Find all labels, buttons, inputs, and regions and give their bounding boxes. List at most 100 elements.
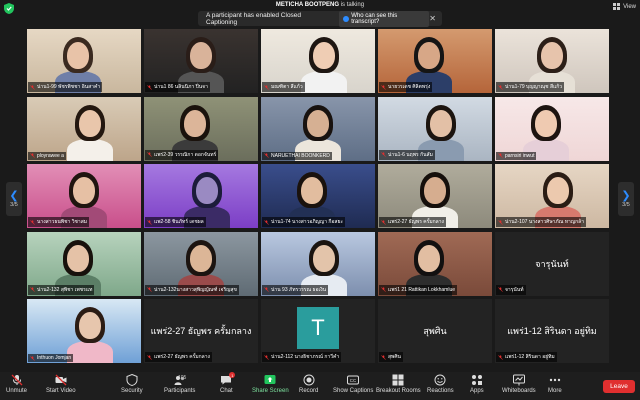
- participant-name-text: จารุนันท์: [505, 286, 524, 293]
- whiteboards-button[interactable]: Whiteboards: [502, 374, 536, 394]
- participant-tile[interactable]: มณฑิตา สีแก้ว: [261, 29, 375, 93]
- participant-tile[interactable]: น่าน1-99 พัชรพิชชา อินสาคำ: [27, 29, 141, 93]
- participant-tile[interactable]: น่าน1-74 นางสาวอภิญญา กีอสยะ: [261, 164, 375, 228]
- record-button[interactable]: Record: [299, 374, 318, 394]
- microphone-muted-icon: [11, 374, 22, 386]
- participant-name-text: แพร่1 21 Rattikan Lokkhamlue: [388, 286, 456, 293]
- microphone-muted-icon: [498, 354, 503, 360]
- participant-tile[interactable]: จารุนันท์ จารุนันท์: [495, 231, 609, 296]
- participant-tile[interactable]: แพร่1 21 Rattikan Lokkhamlue: [378, 231, 492, 296]
- participant-name-text: แพ2-58 ชินภัทร์ เดชผล: [154, 219, 204, 225]
- participant-tile[interactable]: น่าน2-132นางสาวสุพิญญัณฑ์ เจริญสุข: [144, 231, 258, 296]
- microphone-muted-icon: [30, 219, 35, 225]
- start-video-button[interactable]: Start Video: [46, 374, 76, 394]
- microphone-muted-icon: [264, 287, 269, 292]
- participants-count: 105: [178, 375, 187, 381]
- record-label: Record: [299, 388, 319, 394]
- chat-button[interactable]: 1 Chat: [220, 372, 236, 394]
- microphone-muted-icon: [264, 153, 269, 158]
- participant-name-label: น่าน 93 ภัทรวรรณ ธอเงิน: [262, 284, 329, 295]
- whiteboard-icon: [512, 374, 525, 386]
- microphone-muted-icon: [147, 84, 152, 90]
- participant-silhouette: [67, 103, 113, 161]
- participant-name-text: น่าน1 86 นลินนิภา ปิ่นจา: [154, 84, 208, 90]
- participant-tile[interactable]: Inthuon Jomjan: [27, 299, 141, 363]
- apps-button[interactable]: Apps: [470, 374, 484, 394]
- next-page-button[interactable]: ❯ 3/5: [618, 182, 634, 216]
- grid-icon: [613, 3, 621, 10]
- more-button[interactable]: More: [548, 374, 562, 394]
- participant-name-text: แพร่1-12 สิรินดา อยู่ทิม: [505, 354, 555, 360]
- participant-tile[interactable]: parnsiri inwut: [495, 96, 609, 161]
- apps-label: Apps: [470, 388, 484, 394]
- participant-name-label: แพ2-58 ชินภัทร์ เดชผล: [145, 217, 206, 227]
- show-captions-button[interactable]: CC Show Captions: [333, 374, 373, 394]
- participant-tile[interactable]: นางสาวธนพิชา วิชาสม: [27, 164, 141, 228]
- shield-icon: [126, 374, 138, 386]
- transcript-visibility-label: Who can see this transcript?: [351, 12, 398, 25]
- video-gallery: น่าน1-99 พัชรพิชชา อินสาคำ น่าน1 86 นลินน…: [27, 29, 613, 363]
- participant-name-label: มณฑิตา สีแก้ว: [262, 82, 305, 92]
- participant-tile[interactable]: แพร่1-12 สิรินดา อยู่ทิม แพร่1-12 สิรินดา…: [495, 299, 609, 363]
- participant-name-label: น่าน2-132 สุพิชา เพชรแท: [28, 284, 95, 295]
- participant-tile[interactable]: แพ2-58 ชินภัทร์ เดชผล: [144, 164, 258, 228]
- meeting-toolbar: Unmute Start Video Security 105 Particip…: [0, 372, 640, 400]
- reactions-button[interactable]: Reactions: [427, 374, 454, 394]
- microphone-muted-icon: [30, 287, 35, 292]
- microphone-muted-icon: [498, 287, 503, 292]
- participant-tile[interactable]: น่าน2-132 สุพิชา เพชรแท: [27, 231, 141, 296]
- security-button[interactable]: Security: [121, 374, 143, 394]
- microphone-muted-icon: [147, 354, 152, 360]
- breakout-rooms-button[interactable]: Breakout Rooms: [376, 374, 421, 394]
- unmute-button[interactable]: Unmute: [6, 374, 27, 394]
- speaker-name: METICHA BOOTPENG: [275, 2, 340, 8]
- microphone-muted-icon: [30, 84, 35, 90]
- share-screen-button[interactable]: Share Screen: [252, 374, 289, 394]
- participant-name-text: Inthuon Jomjan: [37, 355, 72, 361]
- close-icon[interactable]: ✕: [429, 14, 436, 23]
- microphone-muted-icon: [30, 153, 35, 158]
- participant-tile[interactable]: T น่าน2-112 นางธิชาภรณ์ กาวีคำ: [261, 299, 375, 363]
- participant-name-label: ployrawee a: [28, 151, 66, 160]
- participant-tile[interactable]: น่าน2-107 นางสาวศิษาภัณ หาญกล้า: [495, 164, 609, 228]
- participant-name-text: น่าน1-79 บุญญาณุช สีแก้ว: [505, 84, 563, 90]
- share-screen-label: Share Screen: [252, 388, 289, 394]
- breakout-rooms-icon: [392, 374, 404, 386]
- breakout-rooms-label: Breakout Rooms: [376, 388, 421, 394]
- participant-name-text: น่าน2-107 นางสาวศิษาภัณ หาญกล้า: [505, 219, 585, 225]
- view-button[interactable]: View: [613, 3, 636, 10]
- participant-tile[interactable]: น่าน1-79 บุญญาณุช สีแก้ว: [495, 29, 609, 93]
- leave-button[interactable]: Leave: [603, 380, 635, 393]
- participant-name-text: น่าน2-132นางสาวสุพิญญัณฑ์ เจริญสุข: [154, 286, 237, 293]
- participant-name-text: น่าน1-74 นางสาวอภิญญา กีอสยะ: [271, 219, 344, 225]
- view-label: View: [623, 3, 636, 10]
- participant-tile[interactable]: นายวรเดช ศิลิตพรุ่ง: [378, 29, 492, 93]
- participant-tile[interactable]: แพร่2-27 ธัญพร ครั้มกลาง: [378, 164, 492, 228]
- start-video-label: Start Video: [46, 388, 76, 394]
- participant-name-label: น่าน1-6 นฤพร กันสัม: [379, 149, 435, 160]
- participant-tile[interactable]: น่าน 93 ภัทรวรรณ ธอเงิน: [261, 231, 375, 296]
- microphone-muted-icon: [264, 84, 269, 90]
- active-speaker-label: METICHA BOOTPENG is talking: [0, 2, 640, 8]
- participant-tile[interactable]: น่าน1-6 นฤพร กันสัม: [378, 96, 492, 161]
- participant-tile[interactable]: แพร่2-39 วรรณิกา ดอกจันทร์: [144, 96, 258, 161]
- participants-button[interactable]: 105 Participants: [164, 374, 195, 394]
- participant-name-label: สุพศิน: [379, 352, 403, 362]
- participant-name-text: น่าน1-99 พัชรพิชชา อินสาคำ: [37, 84, 101, 90]
- participant-tile[interactable]: แพร่2-27 ธัญพร ครั้มกลาง แพร่2-27 ธัญพร ค…: [144, 299, 258, 363]
- participant-name-label: น่าน2-132นางสาวสุพิญญัณฑ์ เจริญสุข: [145, 284, 239, 295]
- participant-tile[interactable]: น่าน1 86 นลินนิภา ปิ่นจา: [144, 29, 258, 93]
- microphone-muted-icon: [30, 355, 35, 361]
- participant-tile[interactable]: สุพศิน สุพศิน: [378, 299, 492, 363]
- participant-tile[interactable]: ployrawee a: [27, 96, 141, 161]
- chat-badge: 1: [229, 372, 236, 378]
- participant-name-text: สุพศิน: [388, 354, 401, 360]
- previous-page-button[interactable]: ❮ 3/5: [6, 182, 22, 216]
- participant-silhouette: [301, 35, 347, 93]
- svg-text:CC: CC: [350, 378, 357, 383]
- microphone-muted-icon: [381, 354, 386, 360]
- microphone-muted-icon: [498, 84, 503, 90]
- transcript-visibility-button[interactable]: Who can see this transcript?: [339, 10, 430, 27]
- participant-tile[interactable]: NARUETHAI BOONKERD: [261, 96, 375, 161]
- participant-name-label: น่าน1-99 พัชรพิชชา อินสาคำ: [28, 82, 103, 92]
